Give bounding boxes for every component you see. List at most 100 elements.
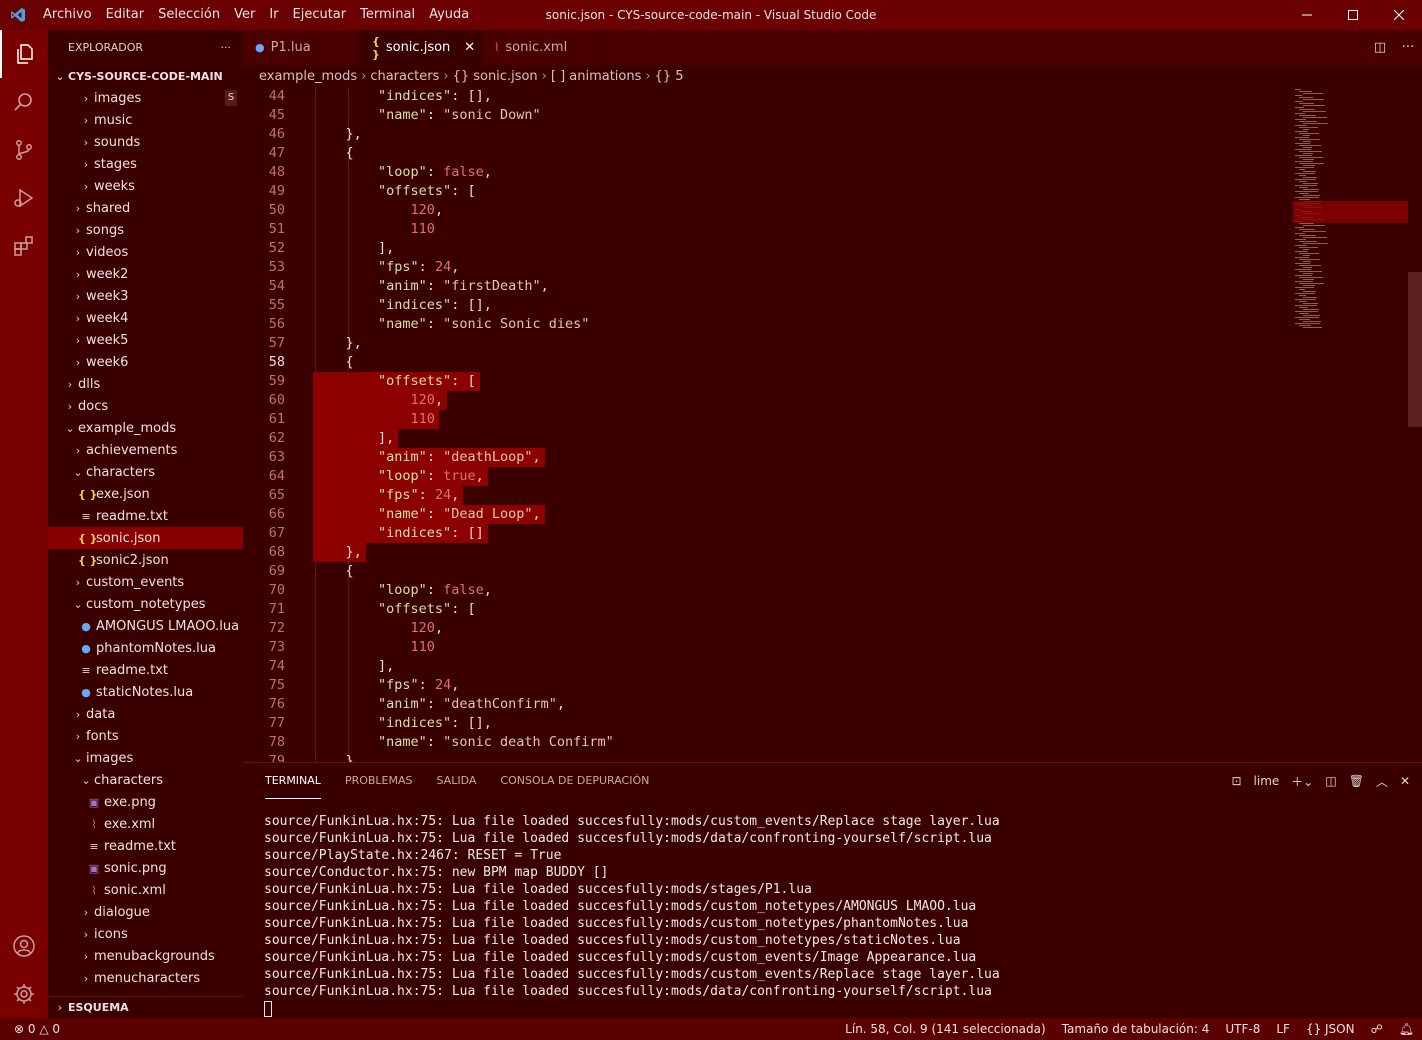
- tab-P1-lua[interactable]: ● P1.lua: [243, 30, 360, 65]
- file-item[interactable]: ▣ sonic.png: [48, 857, 243, 879]
- panel-tab[interactable]: SALIDA: [437, 763, 477, 799]
- encoding[interactable]: UTF-8: [1225, 1022, 1260, 1036]
- file-item[interactable]: { } sonic.json: [48, 527, 243, 549]
- extensions-icon[interactable]: [0, 222, 48, 270]
- eol[interactable]: LF: [1276, 1022, 1290, 1036]
- code-line[interactable]: 68 },: [243, 543, 1293, 562]
- problems-indicator[interactable]: ⊗ 0 △ 0: [0, 1022, 60, 1036]
- code-line[interactable]: 56 "name": "sonic Sonic dies": [243, 315, 1293, 334]
- menu-item[interactable]: Archivo: [36, 0, 99, 30]
- code-line[interactable]: 62 ],: [243, 429, 1293, 448]
- breadcrumb-item[interactable]: {} sonic.json: [453, 69, 538, 84]
- tab-sonic-xml[interactable]: ⌇ sonic.xml: [482, 30, 600, 65]
- panel-tab[interactable]: TERMINAL: [265, 763, 321, 799]
- folder-item[interactable]: › achievements: [48, 439, 243, 461]
- menu-item[interactable]: Ejecutar: [286, 0, 354, 30]
- code-line[interactable]: 49 "offsets": [: [243, 182, 1293, 201]
- terminal-output[interactable]: source/FunkinLua.hx:75: Lua file loaded …: [264, 813, 1000, 1017]
- cursor-position[interactable]: Lín. 58, Col. 9 (141 seleccionada): [845, 1022, 1046, 1036]
- maximize-panel-icon[interactable]: ︿: [1376, 773, 1388, 790]
- folder-item[interactable]: › dialogue: [48, 901, 243, 923]
- code-line[interactable]: 46 },: [243, 125, 1293, 144]
- close-panel-icon[interactable]: ✕: [1400, 774, 1410, 788]
- folder-item[interactable]: › data: [48, 703, 243, 725]
- folder-item[interactable]: ⌄ custom_notetypes: [48, 593, 243, 615]
- menu-item[interactable]: Editar: [99, 0, 152, 30]
- code-line[interactable]: 55 "indices": [],: [243, 296, 1293, 315]
- outline-section[interactable]: › ESQUEMA: [48, 996, 243, 1018]
- folder-item[interactable]: › songs: [48, 219, 243, 241]
- folder-item[interactable]: ⌄ images: [48, 747, 243, 769]
- code-line[interactable]: 70 "loop": false,: [243, 581, 1293, 600]
- new-terminal-icon[interactable]: ＋⌄: [1291, 773, 1313, 790]
- explorer-icon[interactable]: [0, 30, 48, 78]
- file-item[interactable]: { } exe.json: [48, 483, 243, 505]
- breadcrumb-item[interactable]: example_mods: [259, 69, 357, 84]
- folder-item[interactable]: › menubackgrounds: [48, 945, 243, 967]
- code-line[interactable]: 44 "indices": [],: [243, 87, 1293, 106]
- code-line[interactable]: 48 "loop": false,: [243, 163, 1293, 182]
- code-line[interactable]: 69 {: [243, 562, 1293, 581]
- maximize-icon[interactable]: [1330, 0, 1376, 30]
- trash-icon[interactable]: 🗑: [1349, 774, 1364, 788]
- folder-item[interactable]: › sounds: [48, 131, 243, 153]
- terminal-name[interactable]: lime: [1254, 774, 1280, 788]
- folder-item[interactable]: › week4: [48, 307, 243, 329]
- breadcrumb-item[interactable]: characters: [370, 69, 439, 84]
- folder-item[interactable]: › weeks: [48, 175, 243, 197]
- workspace-root[interactable]: ⌄ CYS-SOURCE-CODE-MAIN: [48, 65, 243, 87]
- close-window-icon[interactable]: [1376, 0, 1422, 30]
- folder-item[interactable]: › fonts: [48, 725, 243, 747]
- code-line[interactable]: 79 },: [243, 752, 1293, 762]
- close-icon[interactable]: ✕: [464, 40, 475, 55]
- folder-item[interactable]: › music: [48, 109, 243, 131]
- code-line[interactable]: 60 120,: [243, 391, 1293, 410]
- more-actions-icon[interactable]: ···: [1394, 40, 1422, 55]
- code-line[interactable]: 76 "anim": "deathConfirm",: [243, 695, 1293, 714]
- file-item[interactable]: ≡ readme.txt: [48, 505, 243, 527]
- breadcrumb-item[interactable]: {} 5: [655, 69, 684, 84]
- more-actions-icon[interactable]: ···: [221, 41, 232, 54]
- breadcrumb-item[interactable]: [ ] animations: [551, 69, 642, 84]
- search-icon[interactable]: [0, 78, 48, 126]
- code-line[interactable]: 65 "fps": 24,: [243, 486, 1293, 505]
- code-line[interactable]: 45 "name": "sonic Down": [243, 106, 1293, 125]
- code-line[interactable]: 75 "fps": 24,: [243, 676, 1293, 695]
- menu-item[interactable]: Ir: [262, 0, 285, 30]
- code-line[interactable]: 58 {: [243, 353, 1293, 372]
- run-debug-icon[interactable]: [0, 174, 48, 222]
- folder-item[interactable]: › dlls: [48, 373, 243, 395]
- code-line[interactable]: 64 "loop": true,: [243, 467, 1293, 486]
- code-line[interactable]: 52 ],: [243, 239, 1293, 258]
- file-item[interactable]: ● staticNotes.lua: [48, 681, 243, 703]
- file-item[interactable]: ● AMONGUS LMAOO.lua: [48, 615, 243, 637]
- file-item[interactable]: ≡ readme.txt: [48, 835, 243, 857]
- minimap-viewport[interactable]: [1293, 201, 1408, 223]
- menu-item[interactable]: Ver: [227, 0, 262, 30]
- minimize-icon[interactable]: [1284, 0, 1330, 30]
- code-line[interactable]: 72 120,: [243, 619, 1293, 638]
- editor-scrollbar[interactable]: [1408, 87, 1422, 762]
- split-terminal-icon[interactable]: ◫: [1325, 774, 1336, 788]
- tab-sonic-json[interactable]: { } sonic.json ✕: [360, 30, 482, 65]
- file-item[interactable]: ▣ exe.png: [48, 791, 243, 813]
- file-item[interactable]: ⌇ sonic.xml: [48, 879, 243, 901]
- folder-item[interactable]: ⌄ example_mods: [48, 417, 243, 439]
- folder-item[interactable]: › images S: [48, 87, 243, 109]
- folder-item[interactable]: › week5: [48, 329, 243, 351]
- settings-gear-icon[interactable]: [0, 970, 48, 1018]
- panel-tab[interactable]: CONSOLA DE DEPURACIÓN: [500, 763, 649, 799]
- code-line[interactable]: 53 "fps": 24,: [243, 258, 1293, 277]
- folder-item[interactable]: › menucharacters: [48, 967, 243, 989]
- menu-item[interactable]: Selección: [151, 0, 227, 30]
- file-item[interactable]: ≡ readme.txt: [48, 659, 243, 681]
- feedback-icon[interactable]: ☍: [1371, 1022, 1383, 1036]
- folder-item[interactable]: › custom_events: [48, 571, 243, 593]
- code-line[interactable]: 73 110: [243, 638, 1293, 657]
- folder-item[interactable]: › stages: [48, 153, 243, 175]
- code-line[interactable]: 71 "offsets": [: [243, 600, 1293, 619]
- menu-item[interactable]: Ayuda: [422, 0, 476, 30]
- source-control-icon[interactable]: [0, 126, 48, 174]
- folder-item[interactable]: › week3: [48, 285, 243, 307]
- file-item[interactable]: { } sonic2.json: [48, 549, 243, 571]
